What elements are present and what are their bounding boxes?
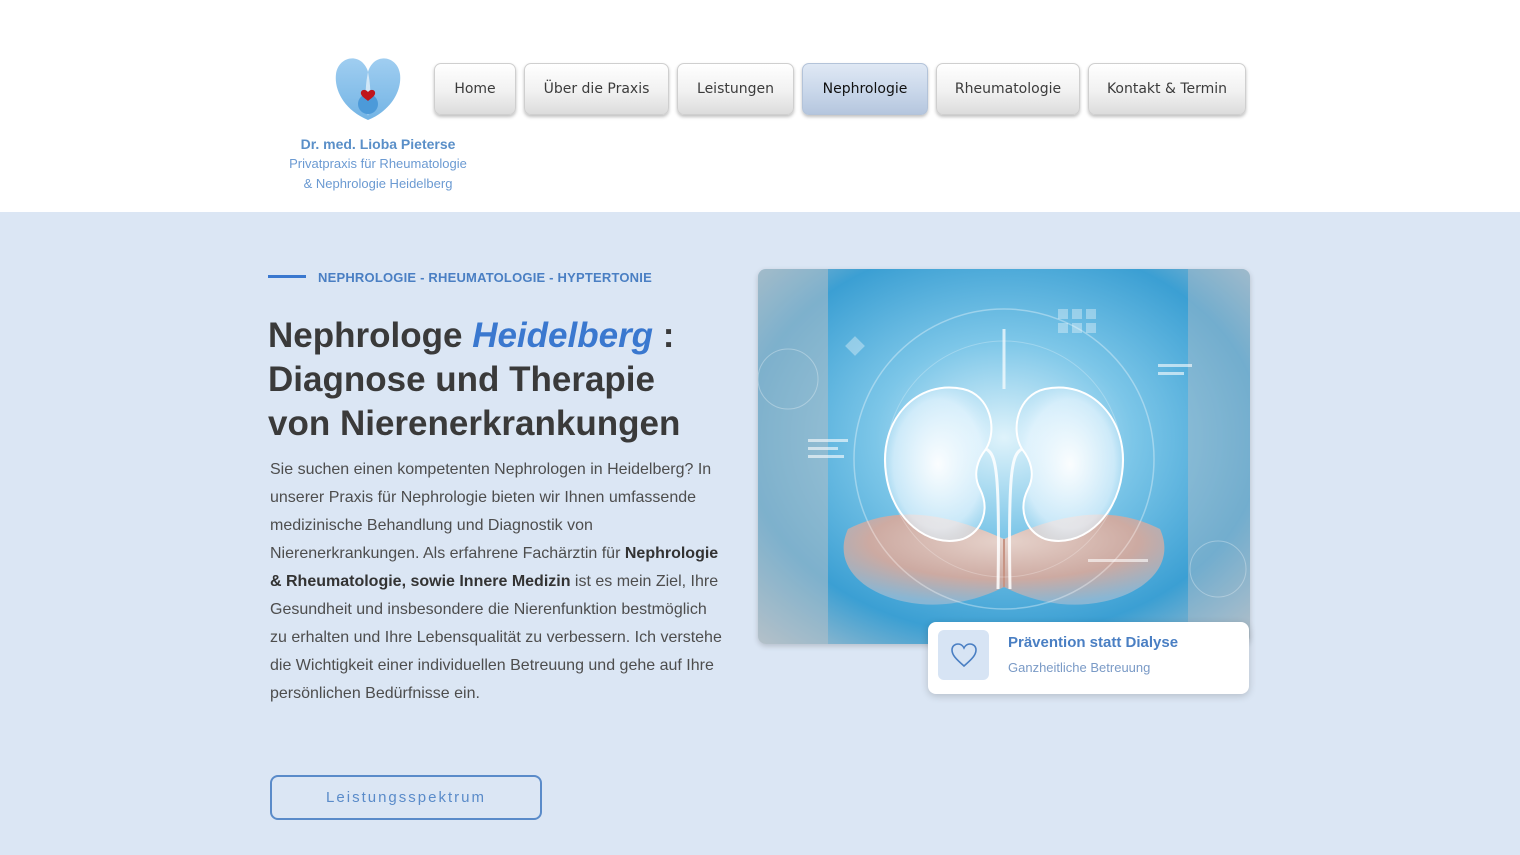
kidney-hero-image (758, 269, 1250, 644)
intro-text-part2: ist es mein Ziel, Ihre Gesundheit und in… (270, 573, 722, 702)
site-header: Dr. med. Lioba Pieterse Privatpraxis für… (0, 0, 1520, 212)
prevention-info-card: Prävention statt Dialyse Ganzheitliche B… (928, 622, 1249, 694)
nav-contact-button[interactable]: Kontakt & Termin (1088, 63, 1246, 115)
nav-rheumatology-button[interactable]: Rheumatologie (936, 63, 1080, 115)
nav-about-button[interactable]: Über die Praxis (524, 63, 669, 115)
nav-home-button[interactable]: Home (434, 63, 516, 115)
brand-subtitle-line2: & Nephrologie Heidelberg (303, 176, 453, 191)
headline-part2: : (653, 316, 675, 355)
eyebrow-text: NEPHROLOGIE - RHEUMATOLOGIE - HYPTERTONI… (318, 270, 652, 285)
practice-logo-icon[interactable] (330, 52, 406, 124)
headline-highlight: Heidelberg (472, 316, 654, 355)
card-subtitle: Ganzheitliche Betreuung (1008, 660, 1151, 675)
services-cta-button[interactable]: Leistungsspektrum (270, 775, 542, 820)
brand-name: Dr. med. Lioba Pieterse (300, 136, 456, 152)
headline-part1: Nephrologe (268, 316, 473, 355)
intro-paragraph: Sie suchen einen kompetenten Nephrologen… (270, 456, 725, 708)
nav-services-button[interactable]: Leistungen (677, 63, 794, 115)
headline-line2: Diagnose und Therapie (268, 360, 655, 399)
brand-subtitle-line1: Privatpraxis für Rheumatologie (289, 156, 467, 171)
heart-outline-icon (938, 630, 989, 680)
nav-nephrology-button[interactable]: Nephrologie (802, 63, 928, 115)
card-title: Prävention statt Dialyse (1008, 634, 1179, 651)
page-title: Nephrologe Heidelberg : Diagnose und The… (268, 314, 738, 446)
headline-line3: von Nierenerkrankungen (268, 404, 681, 443)
eyebrow-accent-line (268, 275, 306, 278)
